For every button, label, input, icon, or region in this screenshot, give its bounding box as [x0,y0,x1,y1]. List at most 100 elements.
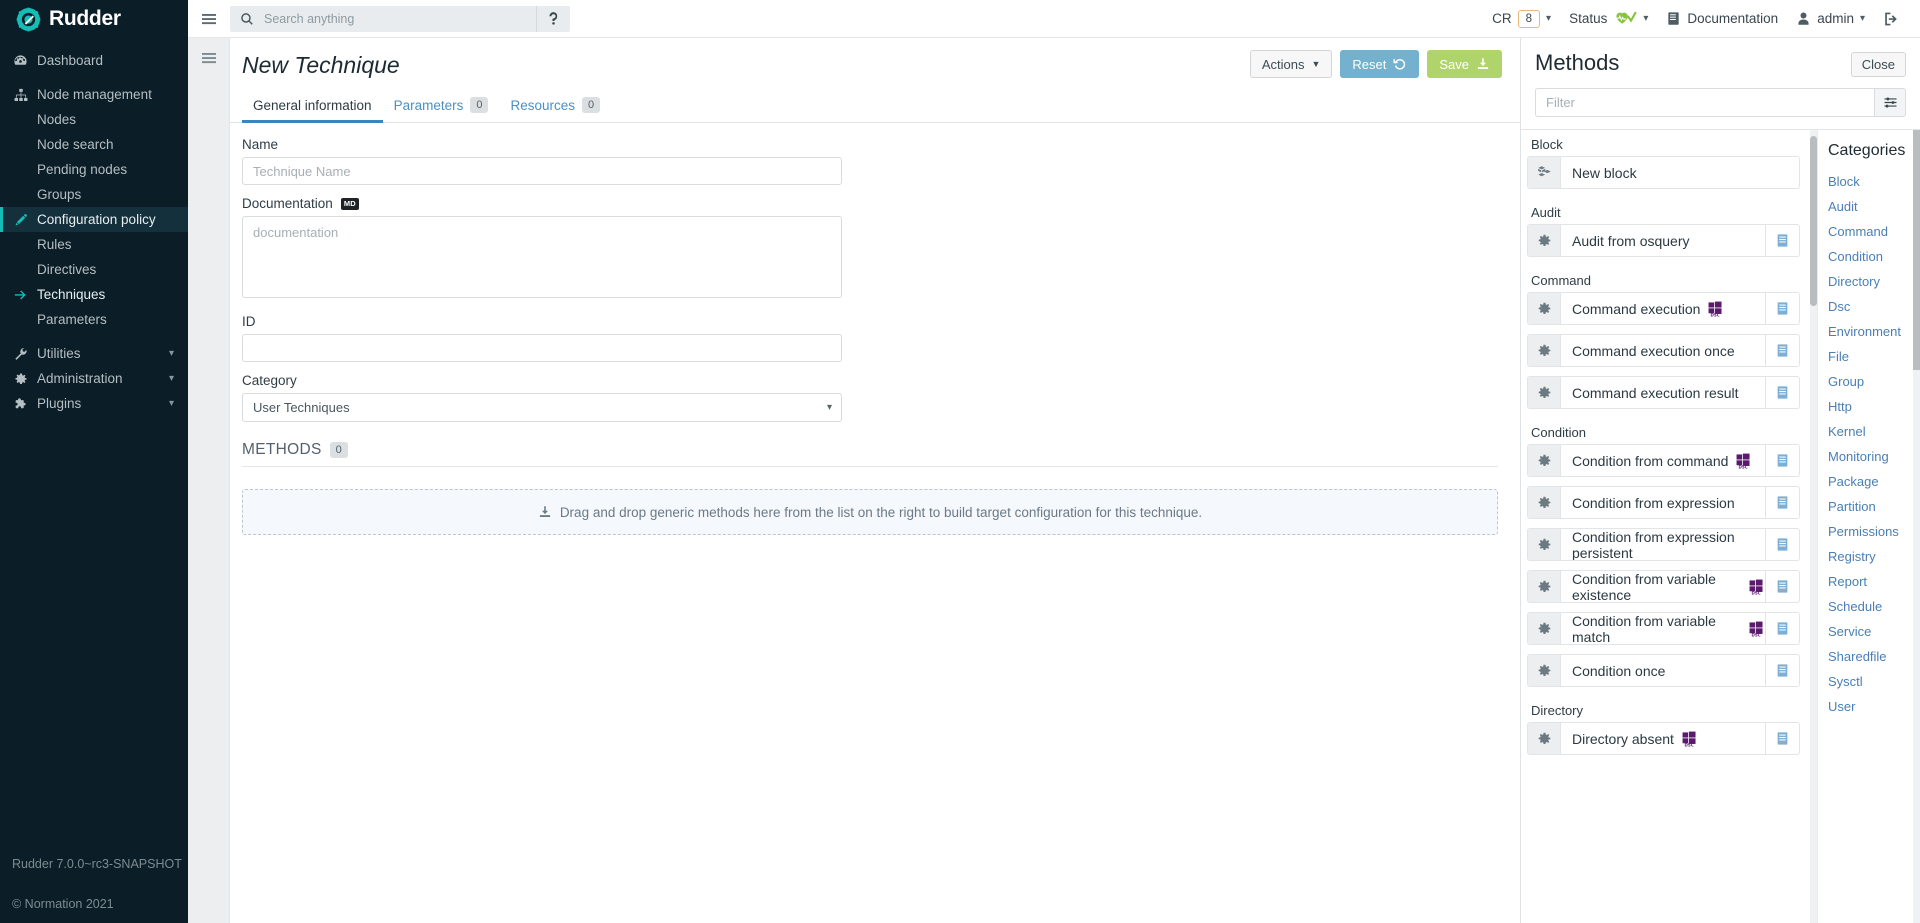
method-list-item[interactable]: Command execution DSC [1527,292,1800,325]
category-link[interactable]: Dsc [1828,294,1913,319]
tab-resources[interactable]: Resources 0 [499,91,611,123]
sidebar-item-plugins[interactable]: Plugins ▾ [0,391,188,416]
method-list-item[interactable]: Audit from osquery [1527,224,1800,257]
method-list-item[interactable]: Condition from expression [1527,486,1800,519]
gear-icon[interactable] [1528,445,1561,476]
sidebar-item-nodes[interactable]: Nodes [0,107,188,132]
sidebar-item-parameters[interactable]: Parameters [0,307,188,332]
gear-icon[interactable] [1528,335,1561,366]
category-link[interactable]: Environment [1828,319,1913,344]
close-panel-button[interactable]: Close [1850,52,1906,77]
sidebar-item-node-search[interactable]: Node search [0,132,188,157]
method-documentation-icon[interactable] [1765,655,1799,686]
documentation-link[interactable]: Documentation [1657,0,1787,38]
gear-icon[interactable] [1528,571,1561,602]
search-input[interactable] [264,11,536,26]
panel-scrollbar[interactable] [1913,130,1920,923]
global-search[interactable] [230,5,570,32]
tab-parameters[interactable]: Parameters 0 [383,91,500,123]
category-link[interactable]: Monitoring [1828,444,1913,469]
category-link[interactable]: Package [1828,469,1913,494]
tab-general-information[interactable]: General information [242,92,383,123]
method-list-item[interactable]: Command execution result [1527,376,1800,409]
method-documentation-icon[interactable] [1765,723,1799,754]
method-documentation-icon[interactable] [1765,571,1799,602]
methods-list[interactable]: Block New block Audit Audit from osquery Com… [1521,130,1810,923]
category-link[interactable]: Audit [1828,194,1913,219]
method-documentation-icon[interactable] [1765,377,1799,408]
sidebar-item-pending-nodes[interactable]: Pending nodes [0,157,188,182]
change-requests-button[interactable]: CR 8 ▾ [1483,0,1560,38]
method-list-item[interactable]: Condition from expression persistent [1527,528,1800,561]
category-link[interactable]: Command [1828,219,1913,244]
actions-button[interactable]: Actions ▼ [1249,50,1333,78]
method-documentation-icon[interactable] [1765,225,1799,256]
gear-icon[interactable] [1528,613,1561,644]
method-documentation-icon[interactable] [1765,293,1799,324]
method-documentation-icon[interactable] [1765,487,1799,518]
method-list-item[interactable]: New block [1527,156,1800,189]
category-link[interactable]: Kernel [1828,419,1913,444]
category-link[interactable]: Schedule [1828,594,1913,619]
sidebar-item-rules[interactable]: Rules [0,232,188,257]
sidebar-item-techniques[interactable]: Techniques [0,282,188,307]
method-documentation-icon[interactable] [1765,445,1799,476]
category-link[interactable]: Group [1828,369,1913,394]
category-select[interactable]: User Techniques [242,393,842,422]
gear-icon[interactable] [1528,529,1561,560]
category-link[interactable]: User [1828,694,1913,719]
technique-id-input[interactable] [242,334,842,362]
method-list-item[interactable]: Condition from variable existence DSC [1527,570,1800,603]
method-list-item[interactable]: Condition from variable match DSC [1527,612,1800,645]
category-link[interactable]: Service [1828,619,1913,644]
gear-icon[interactable] [1528,487,1561,518]
user-menu[interactable]: admin ▾ [1787,0,1874,38]
category-link[interactable]: Condition [1828,244,1913,269]
category-link[interactable]: File [1828,344,1913,369]
gear-icon[interactable] [1528,655,1561,686]
sidebar-item-groups[interactable]: Groups [0,182,188,207]
sidebar-item-node-management[interactable]: Node management [0,82,188,107]
method-documentation-icon[interactable] [1765,529,1799,560]
technique-name-input[interactable] [242,157,842,185]
gear-icon[interactable] [1528,225,1561,256]
category-link[interactable]: Http [1828,394,1913,419]
category-link[interactable]: Directory [1828,269,1913,294]
gear-icon[interactable] [1528,293,1561,324]
methods-filter-input[interactable] [1535,88,1874,117]
save-button[interactable]: Save [1427,50,1502,78]
category-link[interactable]: Permissions [1828,519,1913,544]
brand-logo-block[interactable]: Rudder [0,0,188,38]
method-list-item[interactable]: Condition from command DSC [1527,444,1800,477]
gear-icon[interactable] [1528,723,1561,754]
help-icon[interactable] [536,5,570,32]
method-list-item[interactable]: Command execution once [1527,334,1800,367]
reset-button[interactable]: Reset [1340,50,1420,78]
category-link[interactable]: Block [1828,169,1913,194]
sidebar-item-directives[interactable]: Directives [0,257,188,282]
methods-dropzone[interactable]: Drag and drop generic methods here from … [242,489,1498,535]
category-link[interactable]: Registry [1828,544,1913,569]
content-menu-toggle[interactable] [201,50,217,71]
sidebar-item-administration[interactable]: Administration ▾ [0,366,188,391]
category-link[interactable]: Sharedfile [1828,644,1913,669]
status-button[interactable]: Status ▾ [1560,0,1657,38]
sidebar-item-utilities[interactable]: Utilities ▾ [0,341,188,366]
method-documentation-icon[interactable] [1765,613,1799,644]
blocks-icon[interactable] [1528,157,1561,188]
logout-button[interactable] [1874,0,1908,38]
sidebar-toggle-button[interactable] [188,11,230,27]
category-link[interactable]: Sysctl [1828,669,1913,694]
gear-icon[interactable] [1528,377,1561,408]
methods-list-scrollbar[interactable] [1810,130,1817,923]
method-list-item[interactable]: Condition once [1527,654,1800,687]
category-link[interactable]: Report [1828,569,1913,594]
page-header: New Technique Actions ▼ Reset Save [230,38,1520,80]
method-list-item[interactable]: Directory absent DSC [1527,722,1800,755]
sidebar-item-dashboard[interactable]: Dashboard [0,48,188,73]
method-documentation-icon[interactable] [1765,335,1799,366]
category-link[interactable]: Partition [1828,494,1913,519]
documentation-textarea[interactable] [242,216,842,298]
sidebar-item-configuration-policy[interactable]: Configuration policy [0,207,188,232]
filter-settings-icon[interactable] [1874,88,1906,117]
